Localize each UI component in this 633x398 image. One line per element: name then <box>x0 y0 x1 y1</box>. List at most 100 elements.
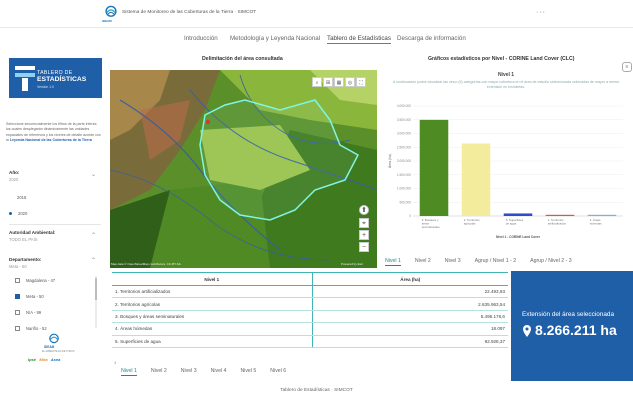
y-tick-label: 4.000.000 <box>397 104 411 108</box>
table-tab-nivel1[interactable]: Nivel 1 <box>121 368 137 376</box>
esri-credit: Powered by Esri <box>341 262 363 266</box>
cell-area: 92.928,37 <box>311 335 508 348</box>
chart-bar[interactable] <box>419 119 449 216</box>
satellite-map-image[interactable] <box>110 70 377 268</box>
intro-link[interactable]: Leyenda Nacional de las Coberturas de la… <box>10 138 92 142</box>
checkbox-icon[interactable] <box>15 310 20 316</box>
brand-line-2: ESTADÍSTICAS <box>37 76 87 83</box>
more-menu-icon[interactable]: ··· <box>536 9 546 16</box>
y-tick-label: 3.000.000 <box>397 132 411 136</box>
authority-chevron-icon[interactable]: ⌃ <box>91 232 96 239</box>
compass-icon[interactable]: ⬆ <box>359 205 369 215</box>
table-tab-nivel3[interactable]: Nivel 3 <box>181 368 197 376</box>
dept-option[interactable]: Magdalena - 47 <box>15 278 55 284</box>
table-header-level[interactable]: Nivel 1 <box>112 272 312 286</box>
chart-bar[interactable] <box>587 214 617 216</box>
table-row[interactable]: 4. Áreas húmedas 18.097 <box>112 322 508 336</box>
cell-category: 3. Bosques y áreas seminaturales <box>112 310 312 324</box>
checkbox-icon[interactable] <box>15 278 20 284</box>
chart-subtitle: Nivel 1 <box>497 72 515 78</box>
target-icon[interactable]: ◎ <box>345 77 355 87</box>
zoom-out-button[interactable]: − <box>359 242 369 252</box>
dept-scroll-thumb[interactable] <box>95 278 97 300</box>
cell-area: 22.493,93 <box>311 285 508 299</box>
chart-tab-nivel2[interactable]: Nivel 2 <box>415 258 431 266</box>
year-option-2020[interactable]: 2020 <box>9 211 28 216</box>
bar-chart: 0 500.000 1.000.000 1.500.000 2.000.000 2.500… <box>388 104 623 239</box>
x-tick-label: artificializados <box>548 222 567 226</box>
zoom-in-button[interactable]: + <box>359 230 369 240</box>
table-tab-nivel4[interactable]: Nivel 4 <box>211 368 227 376</box>
sidebar-intro: Seleccione secuencialmente los filtros d… <box>6 122 102 144</box>
chart-level-tabs: Nivel 1 Nivel 2 Nivel 3 Agrup / Nivel 1 … <box>385 258 586 266</box>
y-tick-label: 0 <box>409 214 411 218</box>
dept-option[interactable]: Meta - 50 <box>15 294 44 300</box>
locate-icon[interactable]: ⌖ <box>359 218 369 228</box>
dept-value: Meta - 50 <box>9 264 27 269</box>
checkbox-icon[interactable] <box>15 326 20 332</box>
table-row[interactable]: 1. Territorios artificializados 22.493,93 <box>112 285 508 299</box>
chart-menu-icon[interactable]: ≡ <box>622 62 632 72</box>
y-tick-label: 3.500.000 <box>397 118 411 122</box>
top-bar: IDEAM Sistema de Monitoreo de las Cobert… <box>0 0 633 28</box>
layers-icon[interactable]: ⊞ <box>323 77 333 87</box>
x-tick-label: húmedas <box>590 222 602 226</box>
extension-label: Extensión del área seleccionada <box>522 311 615 318</box>
cell-area: 18.097 <box>311 322 508 336</box>
header-logo-text: IDEAM <box>102 19 112 23</box>
dashboard-brand: TABLERO DE ESTADÍSTICAS Versión 1.0 <box>9 58 102 98</box>
tab-introduccion[interactable]: Introducción <box>184 35 218 42</box>
cell-category: 1. Territorios artificializados <box>112 285 312 299</box>
chart-section-title: Gráficos estadísticos por Nivel - CORINE… <box>428 56 575 62</box>
year-chevron-icon[interactable]: ⌄ <box>91 171 96 178</box>
table-level-tabs: Nivel 1 Nivel 2 Nivel 3 Nivel 4 Nivel 5 … <box>121 368 300 376</box>
dept-chevron-icon[interactable]: ⌃ <box>91 257 96 264</box>
chart-bar[interactable] <box>503 213 533 216</box>
tab-metodologia[interactable]: Metodología y Leyenda Nacional <box>230 35 320 42</box>
y-tick-label: 2.000.000 <box>397 159 411 163</box>
grid-icon[interactable]: ▦ <box>334 77 344 87</box>
checkbox-checked-icon[interactable] <box>15 294 20 300</box>
y-tick-label: 1.500.000 <box>397 173 411 177</box>
dept-option[interactable]: Nariño - 52 <box>15 326 47 332</box>
year-option-label: 2020 <box>18 211 28 216</box>
ministry-tagline: EL AMBIENTE ES DE TODOS <box>42 350 75 353</box>
expand-icon[interactable]: ⛶ <box>356 77 366 87</box>
chart-tab-nivel3[interactable]: Nivel 3 <box>445 258 461 266</box>
table-row[interactable]: 5. Superficies de agua 92.928,37 <box>112 335 508 348</box>
table-tab-nivel6[interactable]: Nivel 6 <box>270 368 286 376</box>
year-option-2018[interactable]: 2018 <box>17 195 26 200</box>
chart-description: A continuación podrá visualizar las cinc… <box>392 80 620 89</box>
y-axis-label: Área (ha) <box>388 154 392 168</box>
table-tab-nivel5[interactable]: Nivel 5 <box>240 368 256 376</box>
chart-tab-nivel1[interactable]: Nivel 1 <box>385 258 401 266</box>
authority-value: TODO EL PAÍS <box>9 237 38 242</box>
y-tick-label: 500.000 <box>399 200 411 204</box>
table-header-area[interactable]: Área (ha) <box>311 272 508 286</box>
table-row[interactable]: 3. Bosques y áreas seminaturales 5.496.17… <box>112 310 508 324</box>
partner-logo-2: Mira <box>39 357 48 362</box>
table-tab-nivel2[interactable]: Nivel 2 <box>151 368 167 376</box>
map-pin-icon <box>523 325 531 337</box>
dept-option[interactable]: N/A - 99 <box>15 310 41 316</box>
chart-bar[interactable] <box>461 143 491 216</box>
chart-tab-agrup23[interactable]: Agrup / Nivel 2 - 3 <box>530 258 572 266</box>
year-value: 2020 <box>9 177 19 182</box>
cell-area: 2.635.963,54 <box>311 297 508 311</box>
radio-selected-icon <box>9 212 12 216</box>
chart-tab-agrup12[interactable]: Agrup / Nivel 1 - 2 <box>475 258 517 266</box>
main-nav: Introducción Metodología y Leyenda Nacio… <box>0 32 633 46</box>
area-table: Nivel 1 Área (ha) 1. Territorios artific… <box>112 272 508 348</box>
map-view[interactable] <box>110 70 377 268</box>
tab-descarga[interactable]: Descarga de información <box>397 35 466 42</box>
tab-tablero[interactable]: Tablero de Estadísticas <box>327 35 391 44</box>
ideam-logo-icon[interactable] <box>104 5 118 19</box>
partner-logo-row: Ipsé Mira Asea <box>28 357 60 362</box>
chart-bar[interactable] <box>545 214 575 216</box>
table-row[interactable]: 2. Territorios agrícolas 2.635.963,54 <box>112 297 508 311</box>
search-icon[interactable]: ⌕ <box>312 77 322 87</box>
extension-card: Extensión del área seleccionada 8.266.21… <box>511 271 633 381</box>
extension-value: 8.266.211 ha <box>535 322 617 338</box>
cell-category: 2. Territorios agrícolas <box>112 297 312 311</box>
brand-t-icon <box>15 66 35 91</box>
